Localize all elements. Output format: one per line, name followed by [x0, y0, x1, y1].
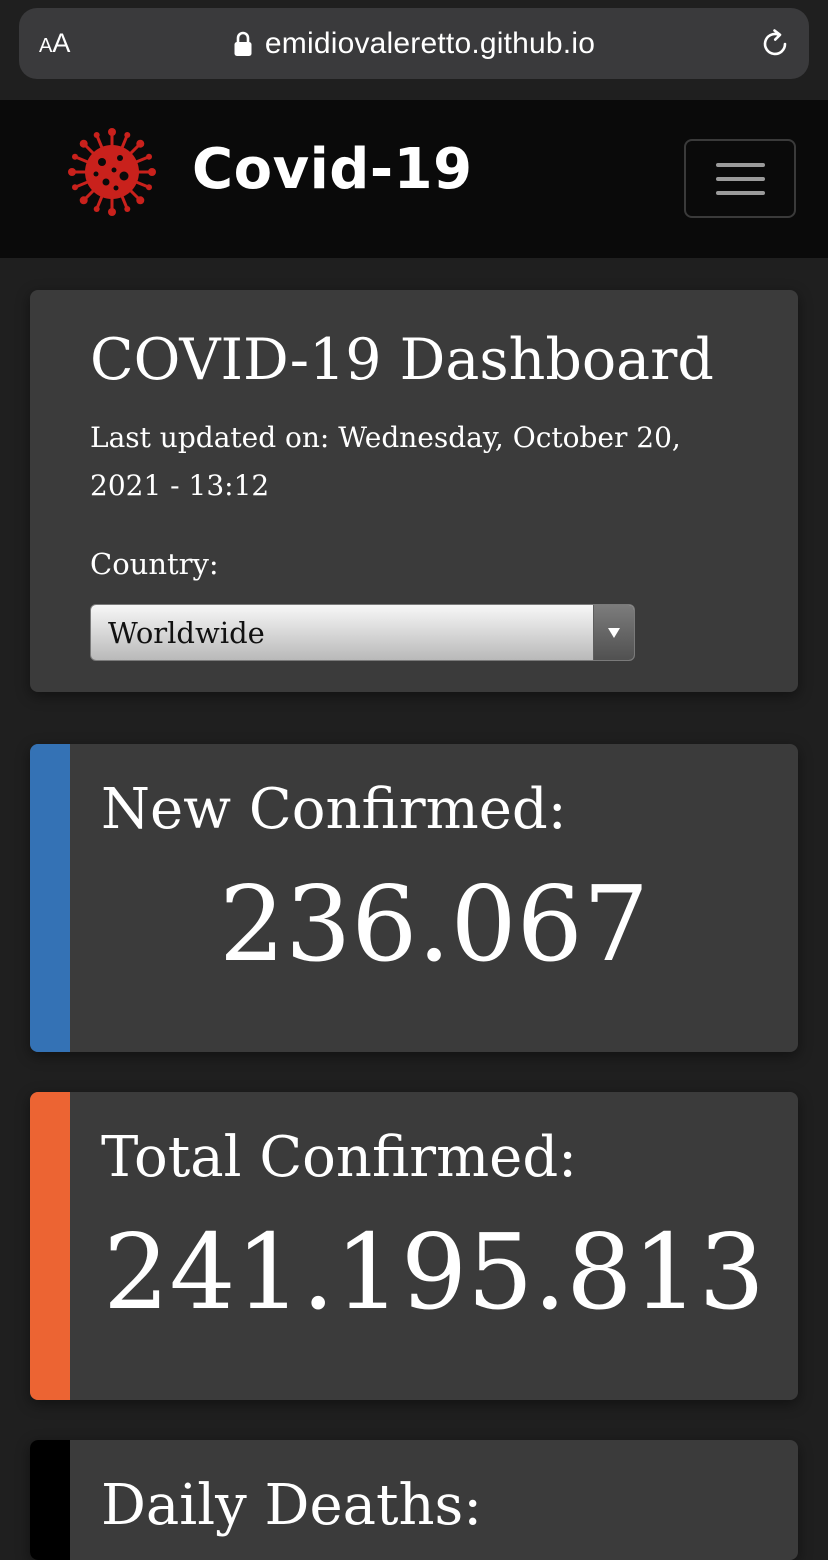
- hamburger-menu-icon-bar: [716, 191, 765, 195]
- new-confirmed-label: New Confirmed:: [101, 777, 567, 842]
- daily-deaths-label: Daily Deaths:: [101, 1473, 483, 1538]
- total-confirmed-label: Total Confirmed:: [101, 1125, 578, 1190]
- lock-icon: [234, 31, 252, 56]
- reload-icon[interactable]: [759, 28, 791, 60]
- card-accent-bar: [30, 1092, 70, 1400]
- last-updated-text: Last updated on: Wednesday, October 20, …: [90, 421, 681, 502]
- new-confirmed-value: 236.067: [218, 863, 650, 985]
- country-label: Country:: [90, 547, 219, 581]
- brand-title[interactable]: Covid-19: [192, 130, 473, 210]
- daily-deaths-card: Daily Deaths:: [30, 1440, 798, 1560]
- hamburger-menu-button[interactable]: [684, 139, 796, 218]
- hamburger-menu-icon-bar: [716, 177, 765, 181]
- dropdown-arrow[interactable]: [593, 605, 634, 660]
- total-confirmed-value: 241.195.813: [103, 1211, 765, 1333]
- site-navbar: Covid-19: [0, 100, 828, 258]
- virus-icon[interactable]: [68, 128, 156, 216]
- hamburger-menu-icon: [716, 163, 765, 167]
- card-accent-bar: [30, 1440, 70, 1560]
- dashboard-header-card: COVID-19 Dashboard Last updated on: Wedn…: [30, 290, 798, 692]
- page-title: COVID-19 Dashboard: [90, 327, 714, 393]
- url-field[interactable]: AA emidiovaleretto.github.io: [19, 8, 809, 79]
- card-accent-bar: [30, 744, 70, 1052]
- country-select-value: Worldwide: [108, 616, 265, 650]
- total-confirmed-card: Total Confirmed: 241.195.813: [30, 1092, 798, 1400]
- new-confirmed-card: New Confirmed: 236.067: [30, 744, 798, 1052]
- country-select[interactable]: Worldwide: [90, 604, 635, 661]
- chevron-down-icon: [608, 628, 620, 638]
- browser-address-bar: AA emidiovaleretto.github.io: [0, 0, 828, 100]
- url-text: emidiovaleretto.github.io: [264, 26, 596, 60]
